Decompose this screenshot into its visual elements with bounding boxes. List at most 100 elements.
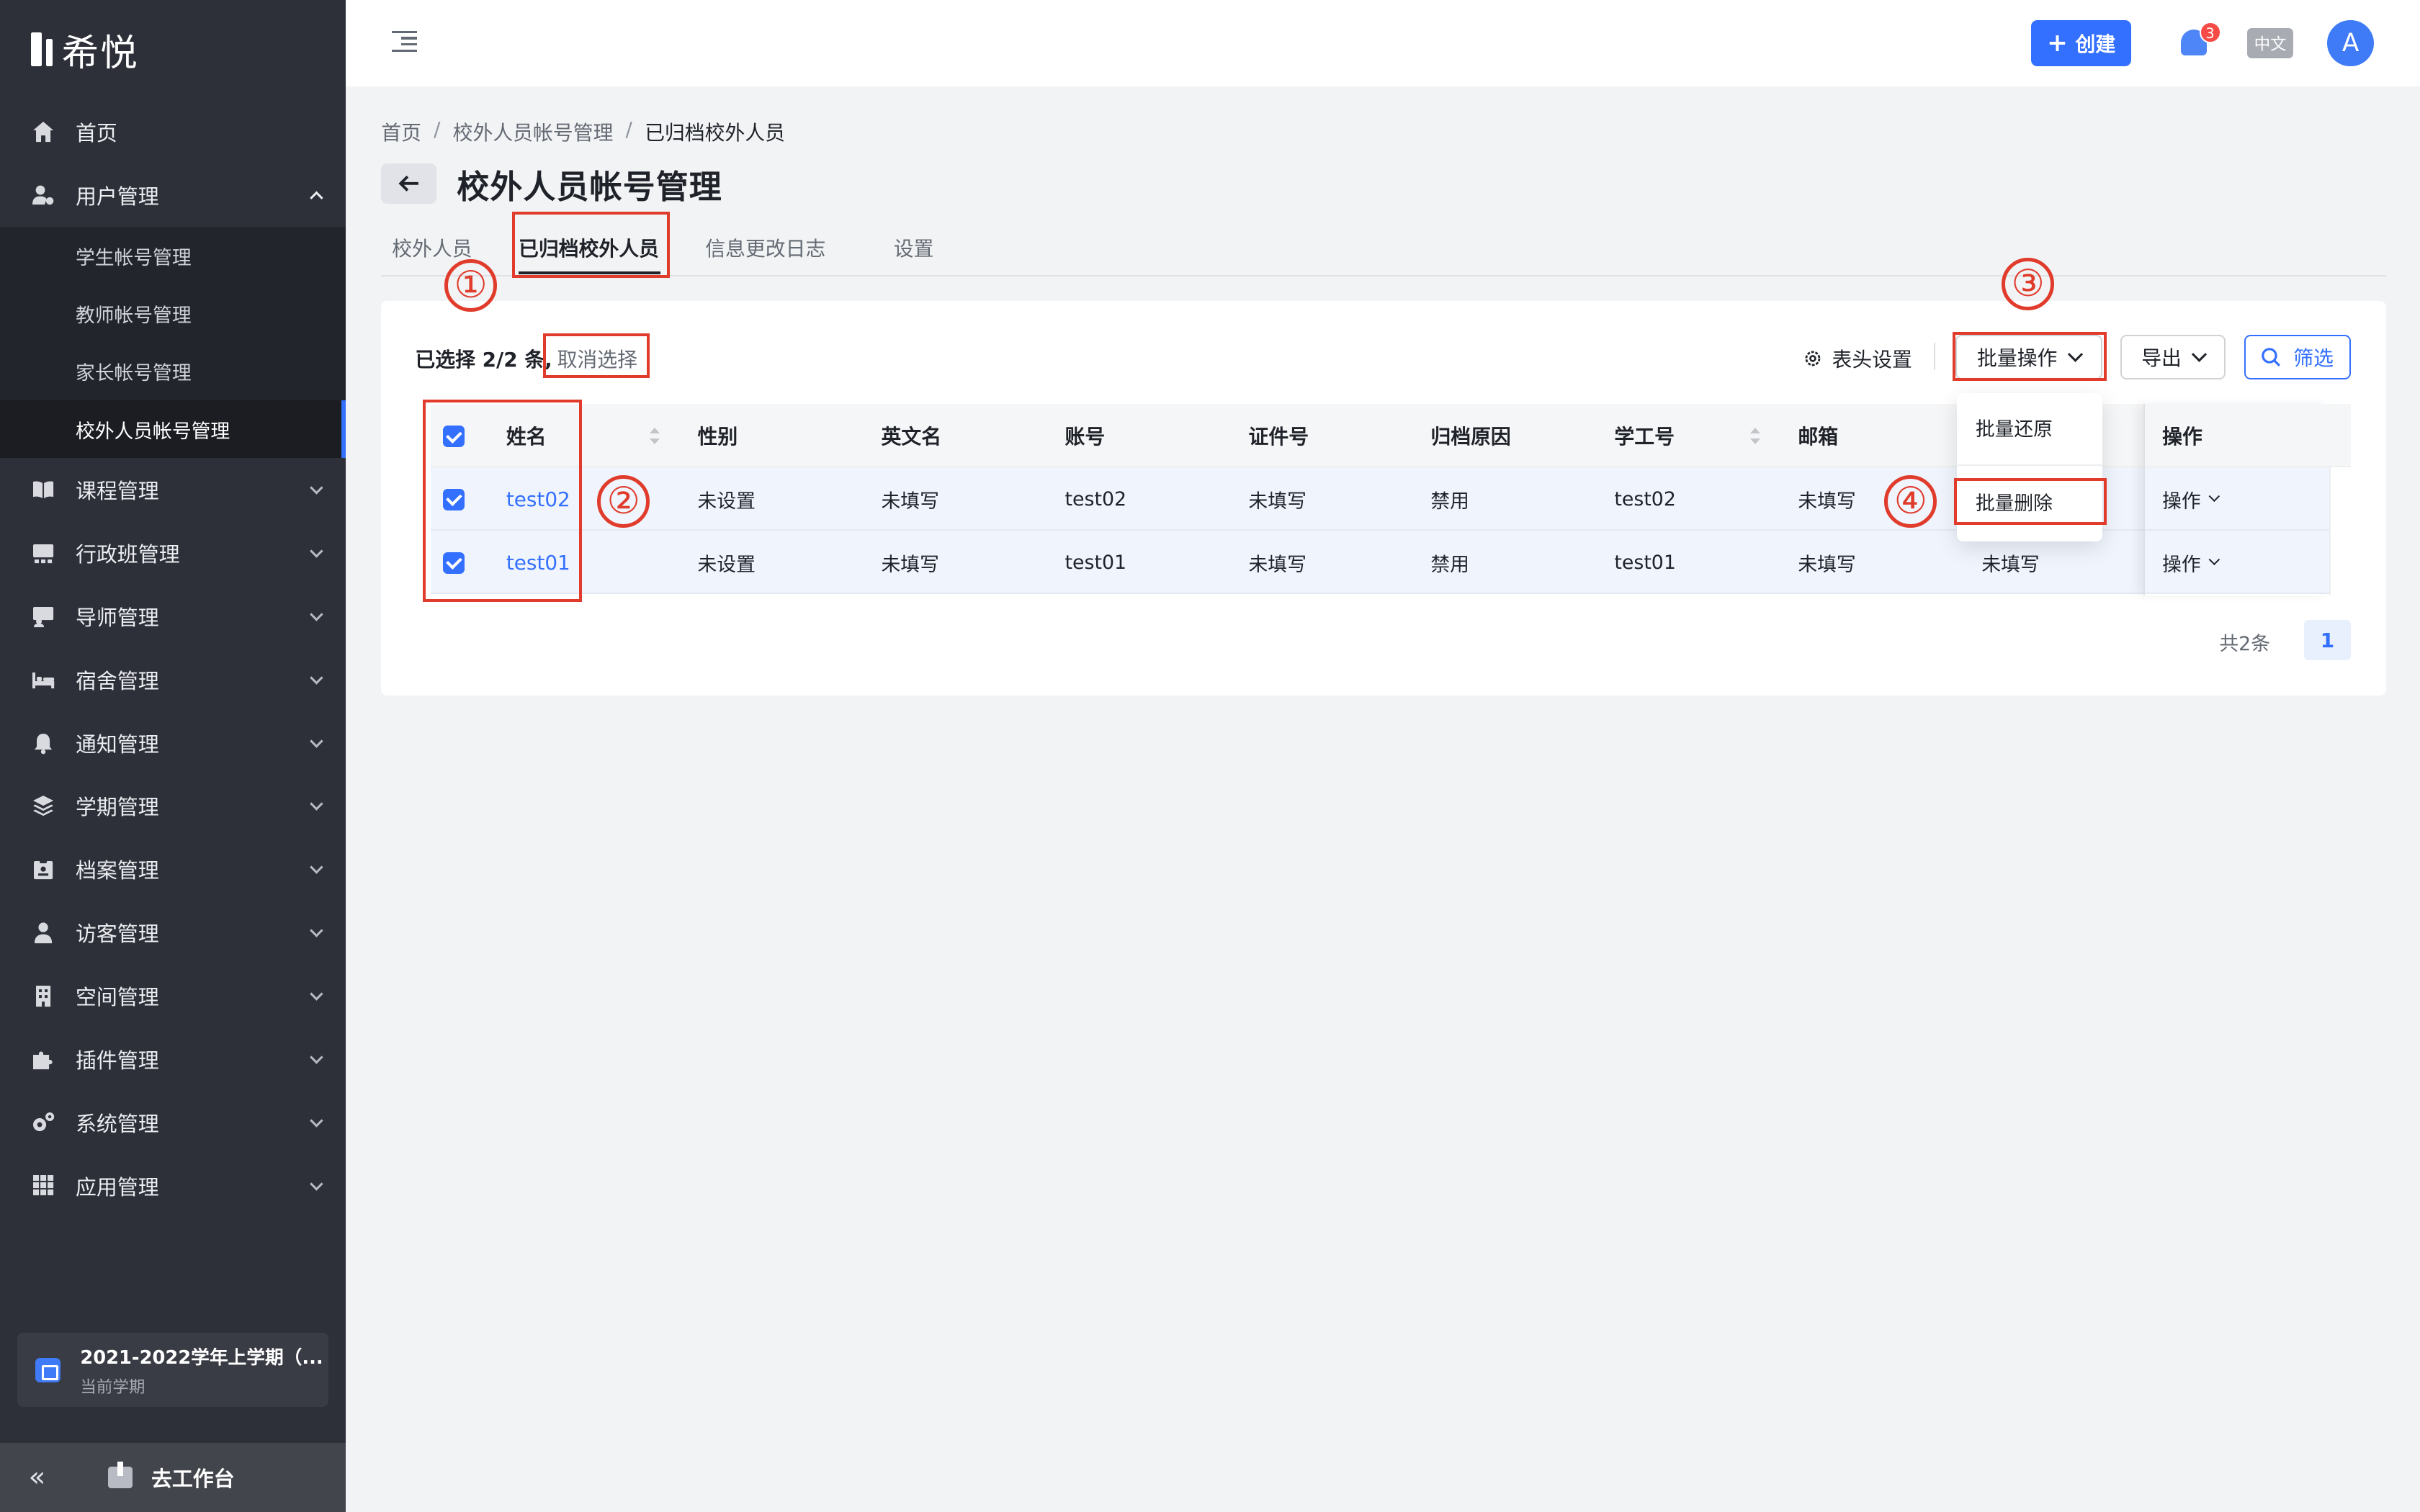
menu-fold-icon[interactable] [392, 30, 417, 53]
cell-email: 未填写 [1798, 553, 1856, 576]
tab-change-log[interactable]: 信息更改日志 [705, 233, 825, 262]
sidebar-item-archives[interactable]: 档案管理 [0, 837, 346, 901]
app-logo[interactable]: 希悦 [30, 24, 139, 76]
chevron-down-icon [310, 1114, 323, 1128]
sort-icon[interactable] [1749, 427, 1760, 446]
layers-icon [31, 793, 55, 818]
cell-english-name: 未填写 [881, 553, 939, 576]
cell-gender: 未设置 [697, 553, 756, 576]
bed-icon [31, 667, 55, 692]
sidebar-item-courses[interactable]: 课程管理 [0, 458, 346, 521]
class-icon [31, 541, 55, 565]
cell-account: test02 [1065, 487, 1127, 510]
breadcrumb-home[interactable]: 首页 [381, 117, 421, 146]
batch-restore-item[interactable]: 批量还原 [1976, 413, 2053, 441]
sidebar-subitem-parent-accounts[interactable]: 家长帐号管理 [0, 343, 346, 400]
language-switch[interactable]: 中文 [2247, 27, 2294, 59]
annotation-step-4: ④ [1884, 475, 1937, 528]
tab-settings[interactable]: 设置 [894, 233, 934, 262]
batch-operation-dropdown[interactable]: 批量操作 [1955, 335, 2102, 380]
user-submenu: 学生帐号管理 教师帐号管理 家长帐号管理 校外人员帐号管理 [0, 226, 346, 459]
sidebar-item-home[interactable]: 首页 [0, 100, 346, 163]
filter-button[interactable]: 筛选 [2244, 335, 2351, 380]
sidebar-item-label: 导师管理 [75, 605, 159, 630]
sidebar-item-label: 空间管理 [75, 985, 159, 1010]
sidebar-item-label: 学期管理 [75, 795, 159, 820]
sidebar-item-system[interactable]: 系统管理 [0, 1091, 346, 1154]
tab-archived-staff[interactable]: 已归档校外人员 [519, 233, 659, 262]
sidebar-item-dorms[interactable]: 宿舍管理 [0, 648, 346, 711]
arrow-left-icon [398, 175, 418, 192]
annotation-step-1: ① [444, 259, 497, 312]
cancel-selection-link[interactable]: 取消选择 [557, 344, 637, 373]
name-link[interactable]: test02 [506, 487, 570, 511]
term-subtitle: 当前学期 [80, 1377, 145, 1397]
chevron-down-icon [2208, 554, 2220, 565]
home-icon [31, 120, 55, 144]
sidebar-item-label: 用户管理 [75, 184, 159, 210]
export-dropdown[interactable]: 导出 [2120, 335, 2226, 380]
file-icon [31, 857, 55, 881]
pagination-page-1[interactable]: 1 [2304, 620, 2351, 661]
puzzle-icon [31, 1047, 55, 1071]
term-title: 2021-2022学年上学期（... [80, 1347, 323, 1369]
workbench-label: 去工作台 [151, 1466, 235, 1491]
select-all-checkbox[interactable] [442, 426, 465, 448]
sidebar-item-visitors[interactable]: 访客管理 [0, 901, 346, 964]
sidebar-item-label: 课程管理 [75, 479, 159, 504]
cell-staff-number: test01 [1614, 551, 1676, 574]
chevron-down-icon [310, 608, 323, 621]
column-header-staff-number[interactable]: 学工号 [1614, 404, 1675, 467]
batch-operation-menu: 批量还原 批量删除 [1957, 393, 2102, 542]
page-title: 校外人员帐号管理 [457, 167, 722, 206]
book-icon [31, 477, 55, 502]
sidebar-item-user-management[interactable]: 用户管理 [0, 163, 346, 227]
logo-text: 希悦 [61, 32, 139, 76]
sidebar-subitem-external-accounts[interactable]: 校外人员帐号管理 [0, 400, 346, 459]
collapse-sidebar-icon[interactable]: « [0, 1461, 74, 1493]
sidebar-item-label: 插件管理 [75, 1048, 159, 1073]
sidebar-footer: « 去工作台 [0, 1442, 346, 1512]
calendar-icon [35, 1357, 60, 1382]
row-checkbox[interactable] [442, 552, 465, 575]
sidebar-item-terms[interactable]: 学期管理 [0, 775, 346, 838]
sidebar-subitem-teacher-accounts[interactable]: 教师帐号管理 [0, 284, 346, 342]
row-checkbox[interactable] [442, 489, 465, 511]
chevron-down-icon [310, 481, 323, 495]
back-button[interactable] [381, 163, 437, 204]
column-settings-button[interactable]: 表头设置 [1803, 344, 1912, 373]
building-icon [31, 984, 55, 1008]
selection-info: 已选择 2/2 条, [415, 347, 552, 372]
row-actions-dropdown[interactable]: 操作 [2162, 467, 2220, 531]
sidebar-item-apps[interactable]: 应用管理 [0, 1154, 346, 1218]
sidebar-item-notifications[interactable]: 通知管理 [0, 711, 346, 775]
sidebar-item-spaces[interactable]: 空间管理 [0, 964, 346, 1027]
sort-icon[interactable] [650, 427, 660, 446]
sidebar-item-label: 访客管理 [75, 922, 159, 947]
sidebar-item-classes[interactable]: 行政班管理 [0, 521, 346, 585]
cell-id-number: 未填写 [1248, 490, 1307, 513]
chevron-down-icon [2208, 490, 2220, 502]
cell-staff-number: test02 [1614, 487, 1676, 510]
column-header-name[interactable]: 姓名 [506, 404, 547, 467]
sidebar: 希悦 首页 用户管理 学生帐号管理 教师帐号管理 家长帐号管理 校外人员帐号管理… [0, 0, 346, 1512]
sidebar-item-plugins[interactable]: 插件管理 [0, 1027, 346, 1091]
visitor-icon [31, 920, 55, 945]
sidebar-subitem-student-accounts[interactable]: 学生帐号管理 [0, 227, 346, 284]
chevron-down-icon [2191, 346, 2208, 362]
sidebar-item-mentors[interactable]: 导师管理 [0, 585, 346, 648]
chevron-up-icon [310, 191, 323, 204]
current-term-card[interactable]: 2021-2022学年上学期（... 当前学期 [17, 1333, 329, 1408]
row-actions-dropdown[interactable]: 操作 [2162, 531, 2220, 594]
tab-external-staff[interactable]: 校外人员 [392, 233, 472, 262]
name-link[interactable]: test01 [506, 551, 570, 575]
user-avatar[interactable]: A [2327, 19, 2374, 67]
cell-account: test01 [1065, 551, 1127, 574]
batch-delete-item[interactable]: 批量删除 [1976, 487, 2053, 516]
sidebar-item-label: 通知管理 [75, 732, 159, 757]
go-workbench-button[interactable]: 去工作台 [107, 1462, 235, 1493]
create-button[interactable]: + 创建 [2031, 19, 2132, 67]
column-header-email: 邮箱 [1798, 425, 1839, 449]
breadcrumb-external-accounts[interactable]: 校外人员帐号管理 [453, 117, 614, 146]
breadcrumb-current: 已归档校外人员 [645, 120, 785, 145]
